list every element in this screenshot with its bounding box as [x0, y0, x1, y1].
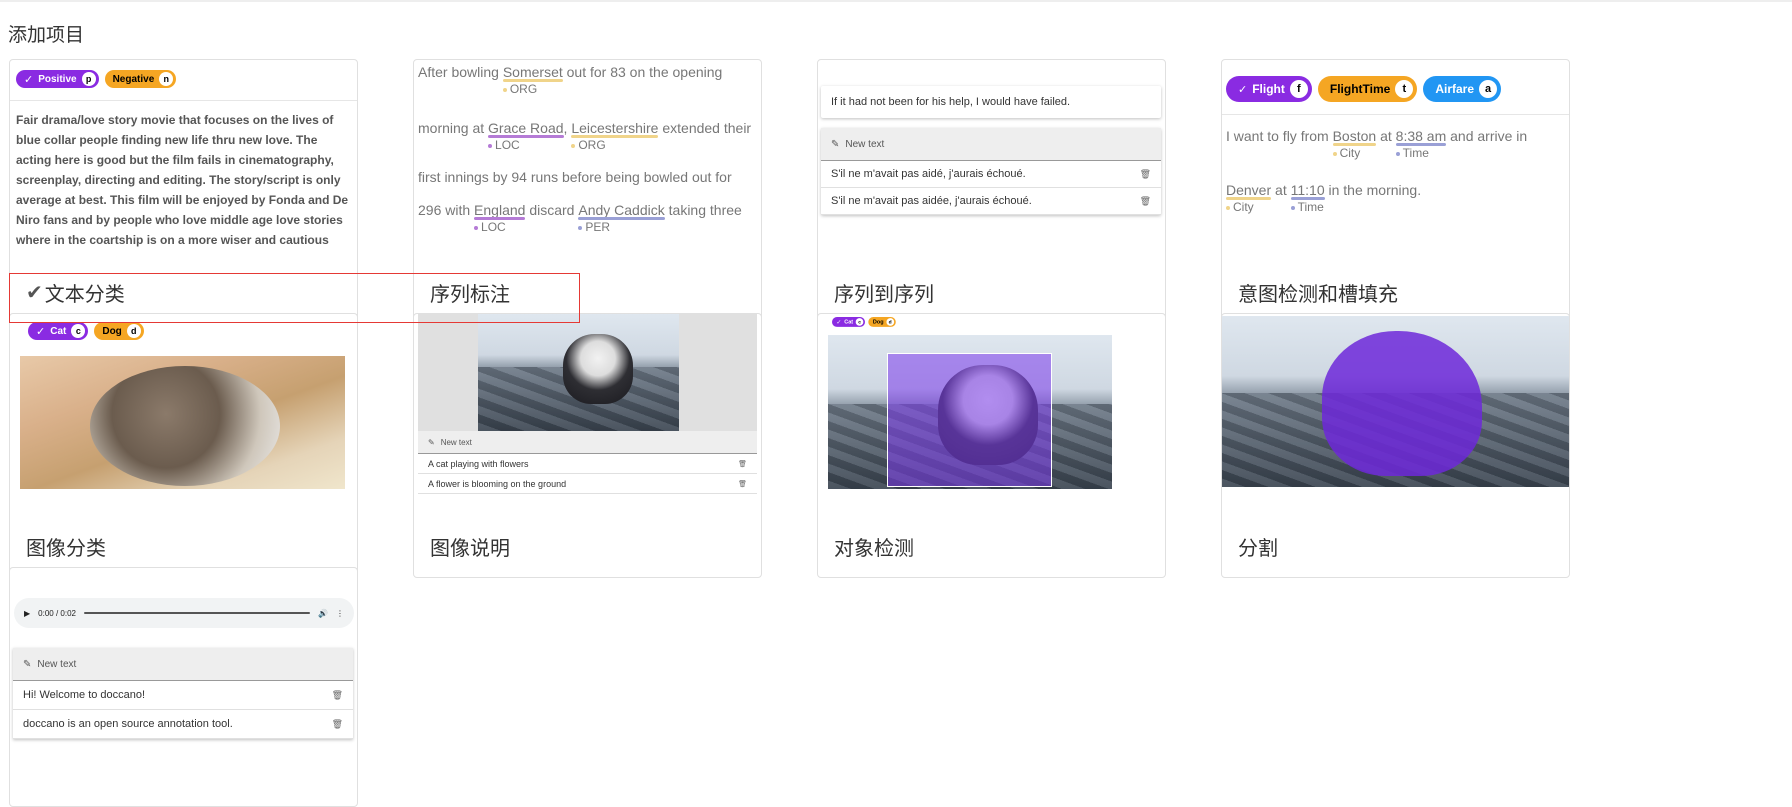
new-text-header[interactable]: ✎ New text — [13, 648, 353, 681]
play-icon[interactable]: ▶ — [24, 609, 30, 618]
card-speech-to-text[interactable]: ▶ 0:00 / 0:02 🔊 ⋮ ✎ New text Hi! Welcome … — [9, 567, 358, 807]
seq-line: first innings by 94 runs before being bo… — [418, 169, 732, 185]
card-seq2seq[interactable]: If it had not been for his help, I would… — [817, 59, 1166, 324]
label-chips: ✓ Positive p Negative n — [16, 70, 177, 88]
target-text-box: ✎ New text S'il ne m'avait pas aidé, j'au… — [821, 128, 1161, 215]
entity-time-838[interactable]: 8:38 am Time — [1395, 128, 1447, 160]
bounding-box[interactable] — [887, 353, 1052, 487]
chip-flighttime[interactable]: FlightTime t — [1317, 76, 1418, 102]
entity-andy-caddick[interactable]: Andy Caddick PER — [578, 202, 665, 234]
card-intent-detection[interactable]: ✓ Flight f FlightTime t Airfare a I want to … — [1221, 59, 1570, 324]
new-text-header[interactable]: ✎ New text — [821, 128, 1161, 161]
trash-icon[interactable]: 🗑 — [1140, 196, 1151, 207]
sequence-labeling-preview: After bowling Somerset ORG out for 83 on … — [414, 60, 761, 260]
chip-positive[interactable]: ✓ Positive p — [16, 70, 99, 88]
object-detection-preview: ✓ Cat c Dog d — [818, 314, 1165, 514]
chip-cat[interactable]: ✓ Cat c — [832, 317, 866, 327]
trash-icon[interactable]: 🗑 — [1140, 169, 1151, 180]
seq2seq-preview: If it had not been for his help, I would… — [818, 60, 1165, 260]
list-item[interactable]: S'il ne m'avait pas aidée, j'aurais écho… — [821, 188, 1161, 215]
entity-grace-road[interactable]: Grace Road LOC — [488, 120, 564, 152]
list-item[interactable]: A flower is blooming on the ground 🗑 — [418, 474, 757, 494]
new-text-header[interactable]: ✎ New text — [418, 431, 757, 454]
card-label: 图像说明 — [430, 538, 510, 560]
entity-boston[interactable]: Boston City — [1332, 128, 1377, 160]
card-object-detection[interactable]: ✓ Cat c Dog d 对象检测 — [817, 313, 1166, 578]
pencil-icon: ✎ — [23, 658, 32, 670]
card-label: 分割 — [1238, 538, 1278, 560]
top-divider — [0, 0, 1792, 2]
text-classification-preview: ✓ Positive p Negative n Fair drama/love sto… — [10, 60, 357, 260]
chip-airfare[interactable]: Airfare a — [1423, 76, 1502, 102]
intent-line: Denver City at 11:10 Time in the morning. — [1226, 182, 1422, 214]
card-image-caption[interactable]: ✎ New text A cat playing with flowers 🗑 A … — [413, 313, 762, 578]
source-text: If it had not been for his help, I would… — [821, 86, 1161, 118]
trash-icon[interactable]: 🗑 — [738, 460, 747, 468]
segmentation-mask[interactable] — [1322, 331, 1482, 476]
entity-denver[interactable]: Denver City — [1226, 182, 1272, 214]
audio-player[interactable]: ▶ 0:00 / 0:02 🔊 ⋮ — [14, 598, 354, 628]
image-caption-preview: ✎ New text A cat playing with flowers 🗑 A … — [414, 314, 761, 514]
list-item[interactable]: A cat playing with flowers 🗑 — [418, 454, 757, 474]
chip-dog[interactable]: Dog d — [94, 322, 144, 340]
volume-icon[interactable]: 🔊 — [318, 609, 328, 618]
list-item[interactable]: doccano is an open source annotation too… — [13, 710, 353, 739]
label-chips: ✓ Cat c Dog d — [832, 317, 896, 327]
intent-line: I want to fly from Boston City at 8:38 am… — [1226, 128, 1528, 160]
audio-progress-track[interactable] — [83, 612, 311, 614]
seq-line: After bowling Somerset ORG out for 83 on … — [418, 64, 723, 96]
divider — [1222, 114, 1569, 115]
image-area — [418, 314, 757, 431]
entity-england[interactable]: England LOC — [474, 202, 526, 234]
seq-line: 296 with England LOC discard Andy Caddick… — [418, 202, 742, 234]
check-icon: ✓ — [36, 325, 46, 338]
selection-highlight — [9, 273, 580, 323]
chip-dog[interactable]: Dog d — [868, 317, 896, 327]
page-title: 添加项目 — [8, 25, 85, 46]
divider — [10, 100, 357, 101]
caption-box: ✎ New text A cat playing with flowers 🗑 A … — [418, 431, 757, 494]
card-image-classification[interactable]: ✓ Cat c Dog d 图像分类 — [9, 313, 358, 578]
seq-line: morning at Grace Road LOC, Leicestershire… — [418, 120, 752, 152]
entity-somerset[interactable]: Somerset ORG — [502, 64, 563, 96]
chip-negative[interactable]: Negative n — [104, 70, 177, 88]
list-item[interactable]: Hi! Welcome to doccano! 🗑 — [13, 681, 353, 710]
label-chips: ✓ Cat c Dog d — [28, 322, 144, 340]
entity-leicestershire[interactable]: Leicestershire ORG — [571, 120, 659, 152]
card-label: 序列到序列 — [834, 284, 934, 306]
transcript-box: ✎ New text Hi! Welcome to doccano! 🗑 docca… — [13, 648, 353, 739]
intent-preview: ✓ Flight f FlightTime t Airfare a I want to … — [1222, 60, 1569, 260]
image-classification-preview: ✓ Cat c Dog d — [10, 314, 357, 514]
kitten-photo — [1222, 316, 1569, 487]
check-icon: ✓ — [836, 318, 842, 326]
list-item[interactable]: S'il ne m'avait pas aidé, j'aurais échou… — [821, 161, 1161, 188]
card-label: 意图检测和槽填充 — [1238, 284, 1398, 306]
trash-icon[interactable]: 🗑 — [332, 690, 343, 701]
more-options-icon[interactable]: ⋮ — [336, 609, 344, 618]
chip-cat[interactable]: ✓ Cat c — [28, 322, 89, 340]
check-icon: ✓ — [24, 73, 34, 86]
entity-time-1110[interactable]: 11:10 Time — [1290, 182, 1325, 214]
card-segmentation[interactable]: 分割 — [1221, 313, 1570, 578]
card-label: 对象检测 — [834, 538, 914, 560]
trash-icon[interactable]: 🗑 — [738, 480, 747, 488]
trash-icon[interactable]: 🗑 — [332, 719, 343, 730]
label-chips: ✓ Flight f FlightTime t Airfare a — [1226, 76, 1502, 102]
check-icon: ✓ — [1238, 83, 1248, 96]
cat-photo — [20, 356, 345, 489]
card-label: 图像分类 — [26, 538, 106, 560]
pencil-icon: ✎ — [428, 437, 435, 447]
segmentation-preview — [1222, 314, 1569, 514]
chip-flight[interactable]: ✓ Flight f — [1226, 76, 1312, 102]
kitten-photo — [478, 314, 679, 431]
review-text: Fair drama/love story movie that focuses… — [16, 113, 349, 247]
pencil-icon: ✎ — [831, 138, 840, 150]
kitten-photo — [828, 335, 1112, 489]
